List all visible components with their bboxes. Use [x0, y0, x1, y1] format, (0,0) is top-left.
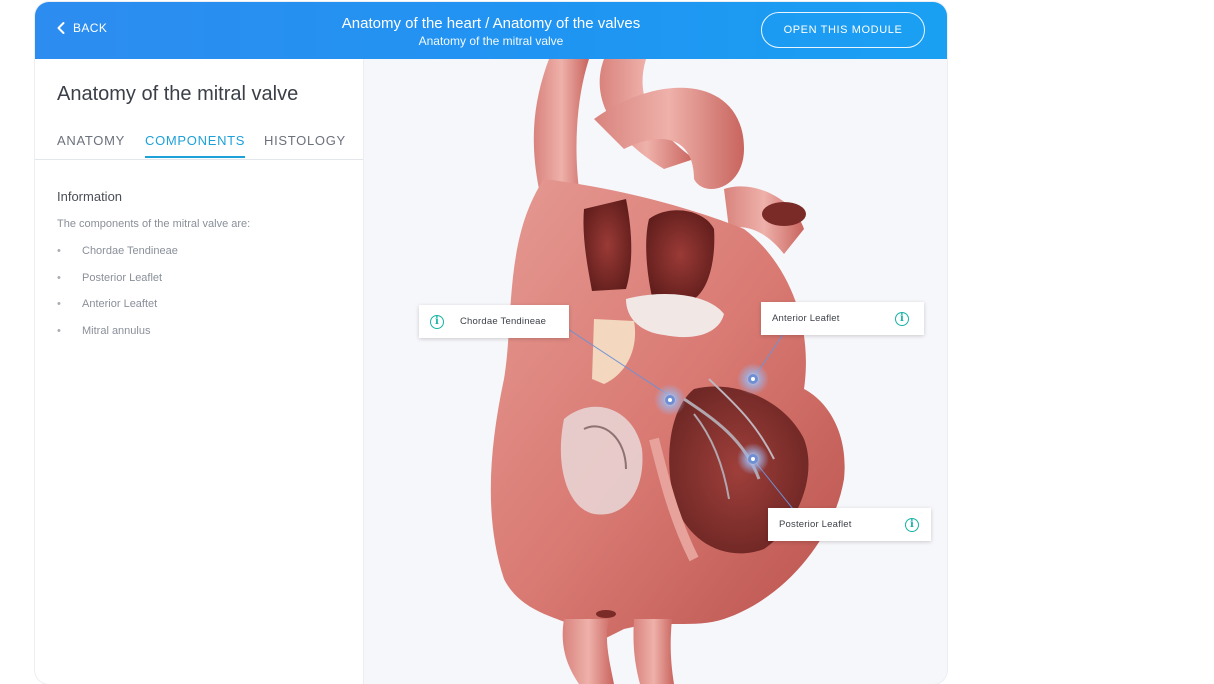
- hotspot-anterior[interactable]: [737, 363, 769, 395]
- info-icon[interactable]: i: [895, 311, 909, 326]
- sidebar: Anatomy of the mitral valve ANATOMY COMP…: [35, 59, 364, 684]
- list-item: • Posterior Leaflet: [57, 272, 178, 299]
- 3d-viewer[interactable]: i Chordae Tendineae Anterior Leaflet i P…: [364, 59, 947, 684]
- list-item: • Anterior Leaftet: [57, 298, 178, 325]
- list-item-label: Chordae Tendineae: [82, 245, 178, 257]
- label-text: Anterior Leaflet: [772, 313, 840, 324]
- open-module-button[interactable]: OPEN THIS MODULE: [761, 12, 925, 48]
- list-item: • Chordae Tendineae: [57, 245, 178, 272]
- list-item-label: Mitral annulus: [82, 324, 151, 337]
- bullet: •: [57, 298, 61, 310]
- list-item-label: Posterior Leaflet: [82, 271, 163, 284]
- tab-bar: ANATOMY COMPONENTS HISTOLOGY: [35, 131, 363, 160]
- label-anterior-leaflet[interactable]: Anterior Leaflet i: [761, 302, 924, 335]
- hotspot-chordae[interactable]: [654, 384, 686, 416]
- top-bar: BACK Anatomy of the heart / Anatomy of t…: [35, 2, 947, 59]
- info-icon[interactable]: i: [905, 517, 919, 532]
- bullet: •: [57, 324, 61, 337]
- tab-histology[interactable]: HISTOLOGY: [264, 133, 346, 156]
- label-posterior-leaflet[interactable]: Posterior Leaflet i: [768, 508, 931, 541]
- heart-model[interactable]: [364, 59, 947, 684]
- app-window: BACK Anatomy of the heart / Anatomy of t…: [35, 2, 947, 684]
- label-text: Chordae Tendineae: [460, 316, 547, 327]
- information-intro: The components of the mitral valve are:: [57, 218, 251, 230]
- bullet: •: [57, 245, 61, 257]
- tab-components[interactable]: COMPONENTS: [145, 133, 246, 158]
- page-title: Anatomy of the mitral valve: [57, 83, 299, 105]
- info-icon[interactable]: i: [430, 314, 444, 329]
- components-list: • Chordae Tendineae • Posterior Leaflet • A…: [57, 245, 178, 351]
- label-text: Posterior Leaflet: [779, 519, 852, 530]
- list-item: • Mitral annulus: [57, 325, 178, 352]
- tab-anatomy[interactable]: ANATOMY: [57, 133, 125, 156]
- hotspot-posterior[interactable]: [737, 443, 769, 475]
- list-item-label: Anterior Leaftet: [82, 298, 158, 310]
- bullet: •: [57, 271, 61, 284]
- information-heading: Information: [57, 189, 123, 204]
- label-chordae-tendineae[interactable]: i Chordae Tendineae: [419, 305, 569, 338]
